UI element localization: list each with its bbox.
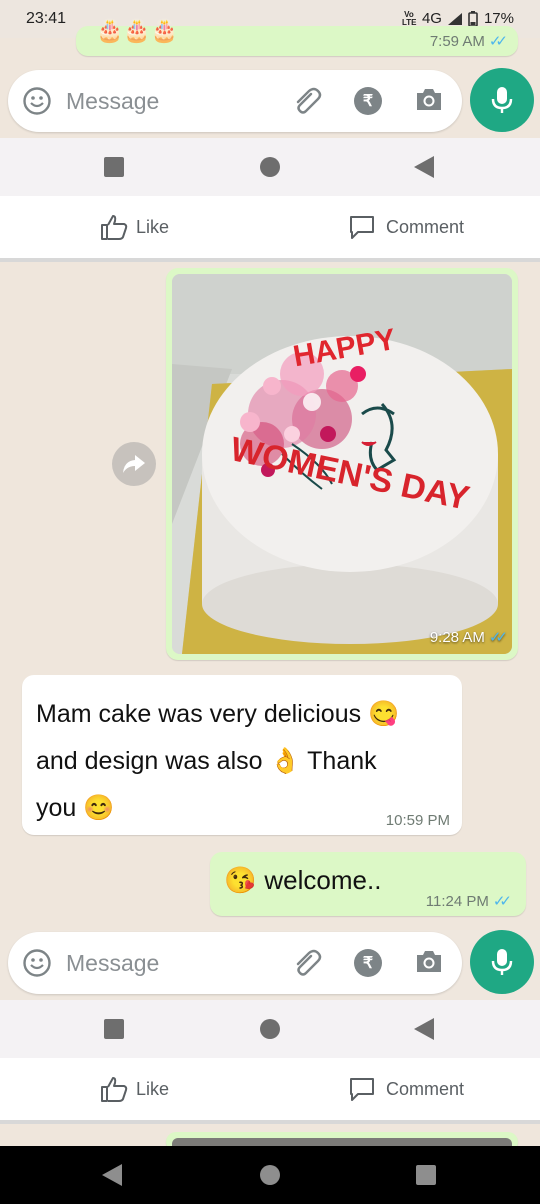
attach-icon[interactable] [292, 948, 324, 978]
circle-nav-icon[interactable] [260, 157, 280, 177]
comment-icon [350, 216, 374, 239]
android-nav-bar [0, 138, 540, 196]
message-input-bar-2[interactable]: Message ₹ [8, 932, 462, 994]
image-message-meta: 9:28 AM ✓✓ [429, 628, 508, 647]
message-meta: 7:59 AM ✓✓ [429, 32, 508, 51]
message-input[interactable]: Message [66, 950, 159, 977]
message-line-3: you [36, 794, 77, 822]
message-time: 9:28 AM [429, 628, 485, 646]
mic-button-2[interactable] [470, 930, 534, 994]
comment-button[interactable]: Comment [348, 1075, 464, 1103]
message-input[interactable]: Message [66, 88, 159, 115]
mic-button[interactable] [470, 68, 534, 132]
signal-icon [447, 12, 462, 25]
outgoing-message-text: 😘 welcome.. [224, 865, 381, 896]
image-message-bubble[interactable]: HAPPY WOMEN'S DAY 9:28 AM ✓✓ [166, 268, 518, 660]
message-line-2-tail: Thank [307, 747, 377, 775]
cake-photo[interactable]: HAPPY WOMEN'S DAY 9:28 AM ✓✓ [172, 274, 512, 654]
message-line-1: Mam cake was very delicious [36, 700, 362, 728]
yum-emoji: 😋 [368, 700, 400, 728]
back-nav-icon[interactable] [414, 1018, 434, 1040]
network-label: 4G [421, 10, 442, 27]
mic-icon [491, 87, 513, 113]
message-line-2: and design was also [36, 747, 263, 775]
incoming-message-bubble[interactable]: Mam cake was very delicious 😋 and design… [22, 675, 462, 835]
forward-icon [123, 455, 145, 473]
read-ticks-icon: ✓✓ [488, 33, 508, 50]
message-time: 7:59 AM [429, 32, 485, 50]
like-icon [101, 215, 128, 240]
forward-button[interactable] [112, 442, 156, 486]
volte-indicator: Vo LTE [401, 9, 417, 27]
welcome-text: welcome.. [264, 865, 382, 895]
attach-icon[interactable] [292, 86, 324, 116]
message-input-bar[interactable]: Message ₹ [8, 70, 462, 132]
like-label: Like [136, 216, 170, 237]
kiss-emoji: 😘 [224, 865, 257, 895]
like-comment-bar-2: Like Comment [0, 1058, 540, 1120]
circle-nav-icon[interactable] [260, 1165, 280, 1185]
like-icon [101, 1077, 128, 1102]
like-button[interactable]: Like [100, 1075, 169, 1103]
emoji-icon[interactable] [22, 86, 52, 116]
comment-button[interactable]: Comment [348, 213, 464, 241]
battery-icon [468, 10, 478, 27]
rupee-icon[interactable]: ₹ [354, 949, 382, 977]
read-ticks-icon: ✓✓ [488, 629, 508, 646]
emoji-icon[interactable] [22, 948, 52, 978]
message-meta: 11:24 PM ✓✓ [425, 892, 512, 911]
message-bubble-partial[interactable]: 🎂🎂🎂 7:59 AM ✓✓ [76, 18, 518, 56]
circle-nav-icon[interactable] [260, 1019, 280, 1039]
like-label: Like [136, 1078, 170, 1099]
square-nav-icon[interactable] [104, 1019, 124, 1039]
smile-emoji: 😊 [83, 794, 115, 822]
battery-level: 17% [483, 10, 514, 27]
camera-icon[interactable] [414, 87, 444, 113]
message-time: 10:59 PM [385, 812, 450, 829]
cake-illustration: HAPPY WOMEN'S DAY [172, 274, 512, 654]
like-comment-bar: Like Comment [0, 196, 540, 258]
status-indicators: Vo LTE 4G 17% [402, 10, 514, 27]
camera-icon[interactable] [414, 949, 444, 975]
emoji-partial: 🎂🎂🎂 [96, 18, 179, 43]
square-nav-icon[interactable] [104, 157, 124, 177]
comment-icon [350, 1078, 374, 1101]
android-nav-bar-2 [0, 1000, 540, 1058]
mic-icon [491, 949, 513, 975]
read-ticks-icon: ✓✓ [492, 893, 512, 910]
square-nav-icon[interactable] [416, 1165, 436, 1185]
back-nav-icon[interactable] [102, 1164, 122, 1186]
incoming-message-text: Mam cake was very delicious 😋 and design… [36, 691, 456, 832]
message-time: 11:24 PM [425, 892, 489, 910]
comment-label: Comment [386, 1078, 465, 1099]
status-time: 23:41 [26, 10, 67, 27]
system-nav-bar [0, 1146, 540, 1204]
comment-label: Comment [386, 216, 465, 237]
rupee-icon[interactable]: ₹ [354, 87, 382, 115]
like-button[interactable]: Like [100, 213, 169, 241]
ok-hand-emoji: 👌 [269, 747, 301, 775]
back-nav-icon[interactable] [414, 156, 434, 178]
outgoing-message-bubble[interactable]: 😘 welcome.. 11:24 PM ✓✓ [210, 852, 526, 916]
